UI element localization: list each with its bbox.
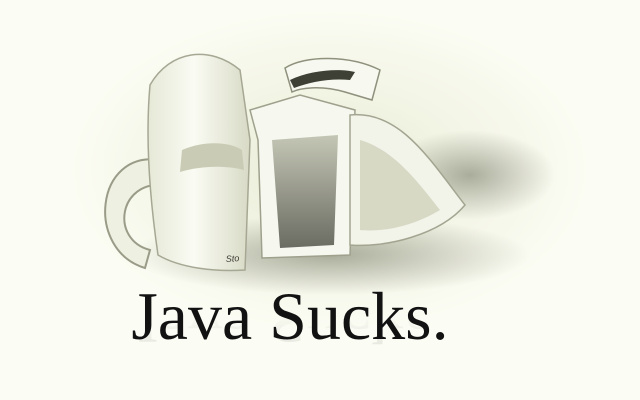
mug-shard-inner — [272, 135, 338, 248]
photo-background: Sto Java Sucks. Java Sucks. — [0, 0, 640, 400]
caption-reflection: Java Sucks. — [131, 282, 449, 358]
mug-print-text: Sto — [225, 253, 239, 264]
